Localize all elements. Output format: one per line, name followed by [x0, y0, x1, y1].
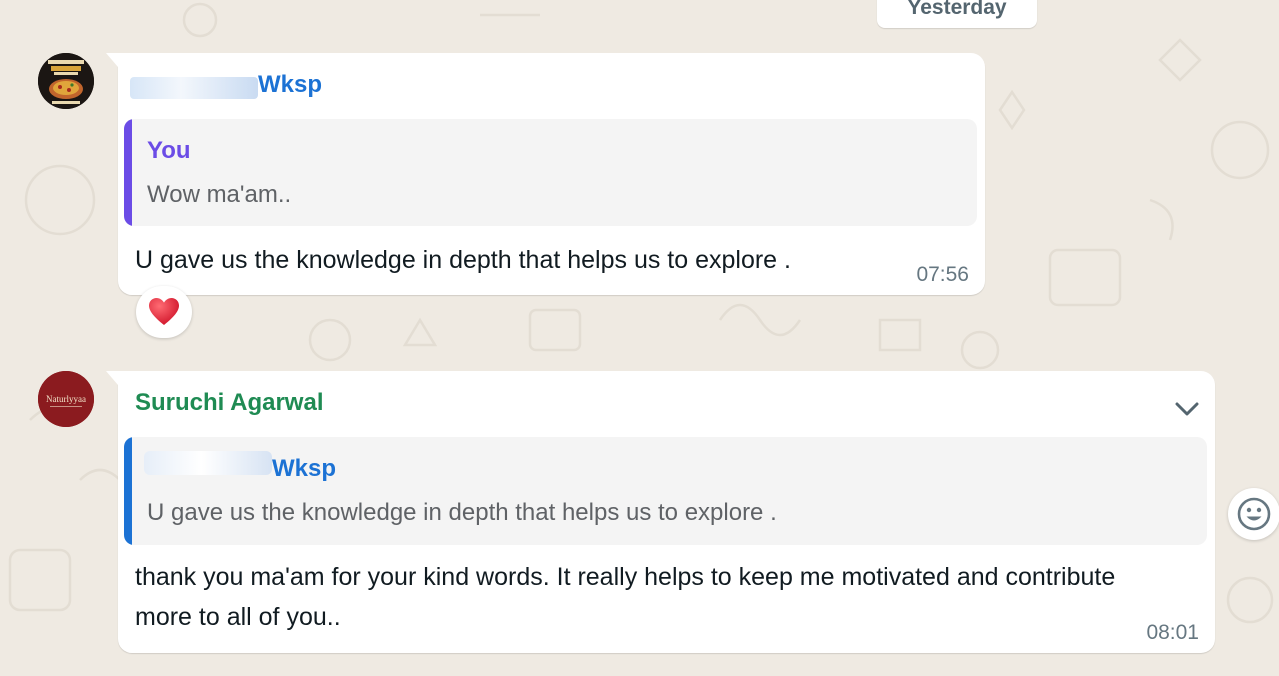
quoted-text: Wow ma'am.. — [147, 181, 292, 208]
smiley-icon — [1237, 497, 1271, 531]
message-timestamp: 07:56 — [916, 263, 969, 286]
sender-name[interactable]: Wksp — [258, 71, 322, 99]
sender-avatar[interactable] — [38, 53, 94, 109]
quote-accent-bar — [124, 119, 132, 226]
message-menu-chevron-icon[interactable] — [1173, 395, 1201, 423]
redaction-smudge — [130, 77, 258, 99]
bubble-tail — [106, 371, 118, 385]
quoted-message[interactable]: Wksp U gave us the knowledge in depth th… — [124, 437, 1207, 545]
quoted-text: U gave us the knowledge in depth that he… — [147, 499, 777, 526]
quoted-message[interactable]: You Wow ma'am.. — [124, 119, 977, 226]
pizza-poster-avatar-icon — [38, 53, 94, 109]
avatar-logo-text: Naturlyyaa — [46, 394, 86, 404]
sender-avatar[interactable]: Naturlyyaa — [38, 371, 94, 427]
naturlyyaa-logo-avatar-icon: Naturlyyaa — [38, 371, 94, 427]
heart-icon — [149, 298, 179, 325]
bubble-tail — [106, 53, 118, 67]
message-text: U gave us the knowledge in depth that he… — [135, 246, 791, 274]
quote-accent-bar — [124, 437, 132, 545]
sender-name[interactable]: Suruchi Agarwal — [135, 389, 323, 417]
reaction-badge[interactable] — [136, 286, 192, 338]
quoted-author: You — [147, 137, 191, 164]
quoted-author: Wksp — [272, 455, 337, 482]
message-bubble[interactable]: Suruchi Agarwal Wksp U gave us the knowl… — [106, 371, 1215, 653]
react-emoji-button[interactable] — [1228, 488, 1279, 540]
message-bubble[interactable]: Wksp You Wow ma'am.. U gave us the knowl… — [106, 53, 985, 295]
message-timestamp: 08:01 — [1146, 621, 1199, 644]
message-text: thank you ma'am for your kind words. It … — [135, 563, 1116, 631]
date-separator: Yesterday — [877, 0, 1037, 28]
redaction-smudge — [144, 451, 272, 475]
